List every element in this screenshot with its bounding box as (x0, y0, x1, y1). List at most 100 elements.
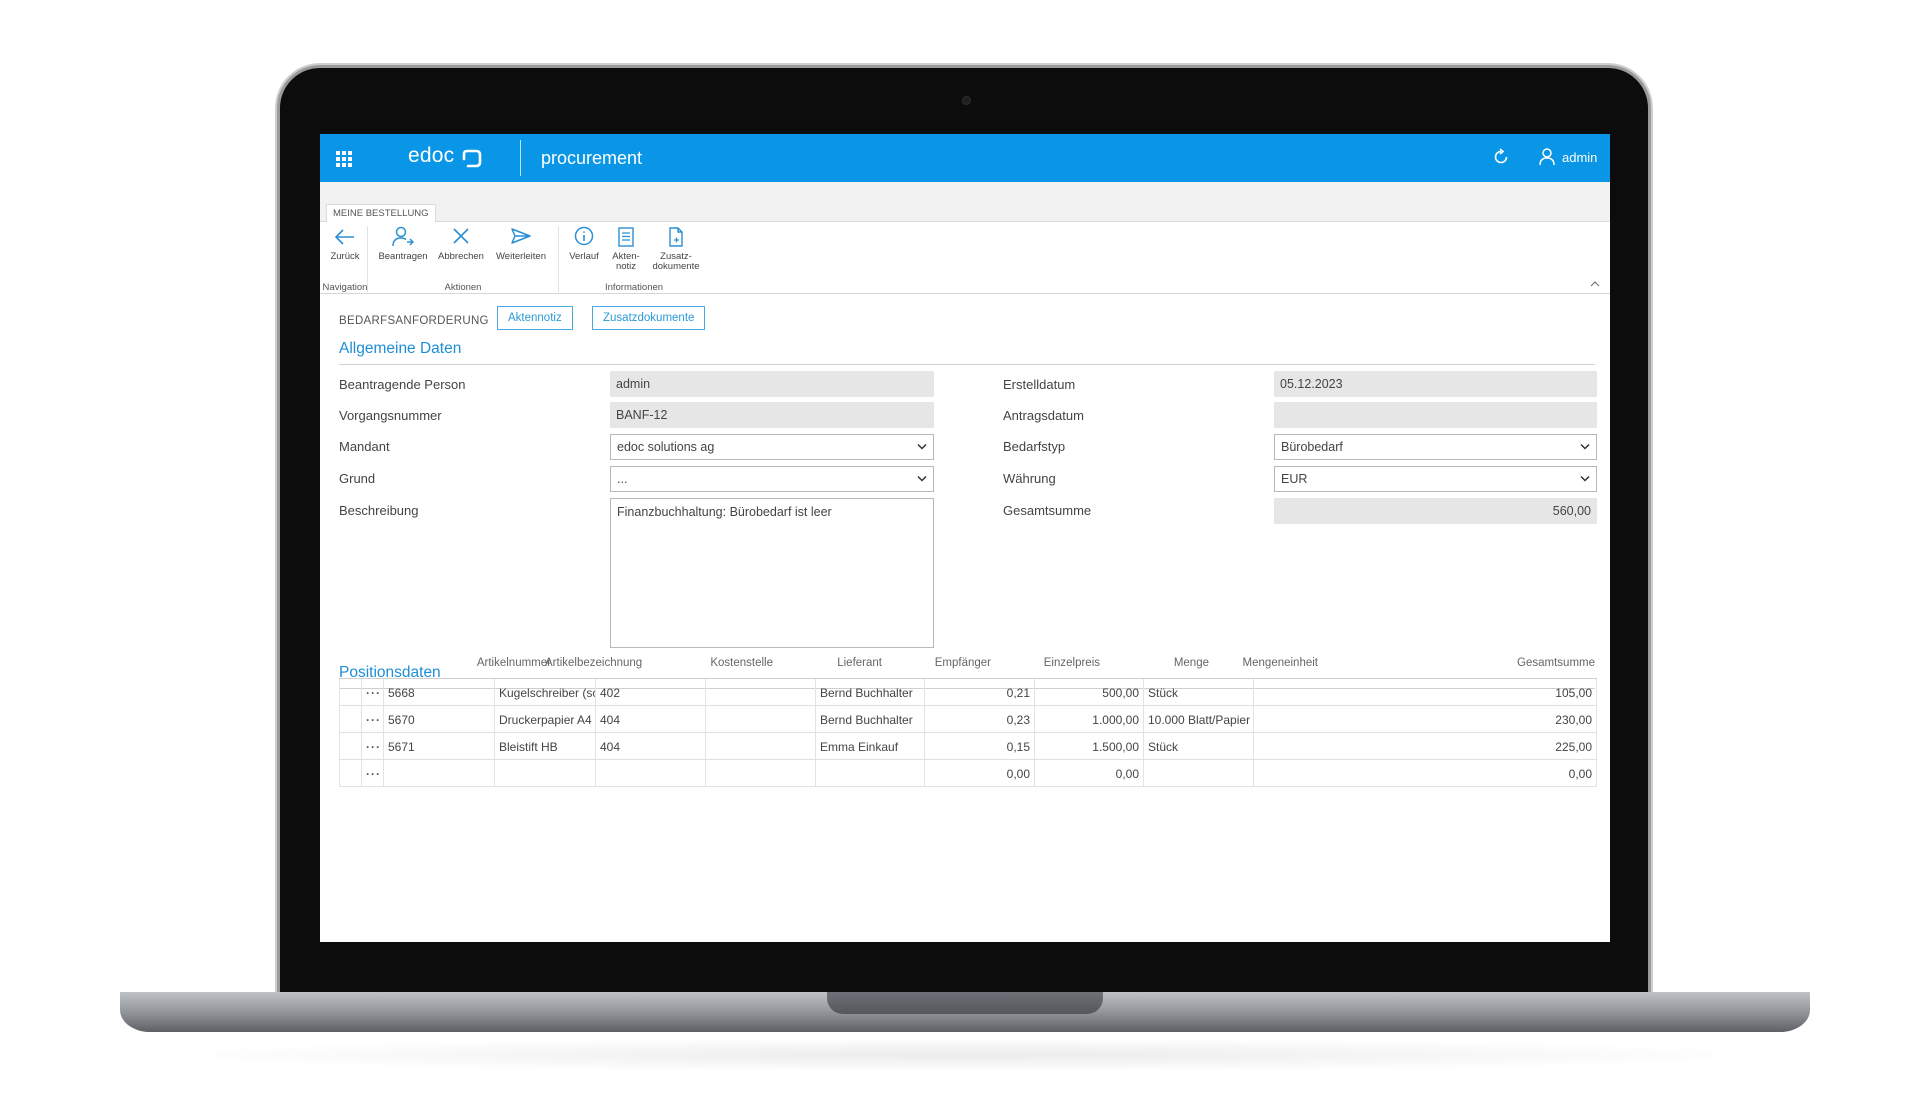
laptop-shadow (140, 1038, 1790, 1072)
reason-select[interactable]: ... (610, 466, 934, 492)
file-note-button[interactable]: Akten- notiz (606, 226, 646, 272)
additional-documents-link-button[interactable]: Zusatzdokumente (592, 306, 706, 330)
label-reason: Grund (339, 471, 376, 486)
cell-article-name[interactable] (494, 760, 595, 786)
currency-select[interactable]: EUR (1274, 466, 1597, 492)
table-row[interactable]: ··· 0,00 0,00 0,00 (339, 760, 1597, 787)
row-menu-icon[interactable]: ··· (361, 679, 383, 705)
cell-cost-center[interactable]: 404 (595, 733, 705, 759)
cell-unit[interactable] (1143, 760, 1253, 786)
screen: edoc procurement admin MEINE BESTELLUNG … (320, 134, 1610, 942)
cell-quantity[interactable]: 500,00 (1034, 679, 1143, 705)
process-number-field: BANF-12 (610, 402, 934, 428)
cell-article-number[interactable] (383, 760, 494, 786)
ribbon: Zurück Beantragen Abbrechen Weiterleiten… (320, 222, 1610, 294)
cell-cost-center[interactable]: 404 (595, 706, 705, 732)
row-selector[interactable] (339, 733, 361, 759)
table-row[interactable]: ··· 5671 Bleistift HB 404 Emma Einkauf 0… (339, 733, 1597, 760)
cell-total[interactable]: 225,00 (1253, 733, 1597, 759)
send-icon (511, 228, 531, 244)
file-note-link-button[interactable]: Aktennotiz (497, 306, 573, 330)
cell-unit-price[interactable]: 0,15 (924, 733, 1034, 759)
demand-type-value: Bürobedarf (1281, 440, 1343, 454)
row-selector[interactable] (339, 760, 361, 786)
label-total: Gesamtsumme (1003, 503, 1092, 518)
cell-article-name[interactable]: Druckerpapier A4 ... (494, 706, 595, 732)
cell-quantity[interactable]: 0,00 (1034, 760, 1143, 786)
chevron-down-icon (917, 475, 927, 482)
cancel-button[interactable]: Abbrechen (433, 226, 489, 262)
cell-cost-center[interactable]: 402 (595, 679, 705, 705)
cell-supplier[interactable] (705, 679, 815, 705)
app-launcher-icon[interactable] (336, 151, 352, 167)
cell-quantity[interactable]: 1.500,00 (1034, 733, 1143, 759)
total-field: 560,00 (1274, 498, 1597, 524)
header-unit[interactable]: Mengeneinheit (1201, 657, 1318, 669)
apply-button[interactable]: Beantragen (374, 226, 432, 262)
file-note-label-2: notiz (615, 261, 637, 272)
cell-cost-center[interactable] (595, 760, 705, 786)
cell-article-name[interactable]: Bleistift HB (494, 733, 595, 759)
cell-recipient[interactable]: Bernd Buchhalter (815, 679, 924, 705)
cell-unit-price[interactable]: 0,21 (924, 679, 1034, 705)
header-cost-center[interactable]: Kostenstelle (656, 657, 773, 669)
cell-article-number[interactable]: 5668 (383, 679, 494, 705)
back-button[interactable]: Zurück (330, 226, 360, 262)
tab-meine-bestellung[interactable]: MEINE BESTELLUNG (326, 204, 436, 223)
additional-documents-button[interactable]: Zusatz- dokumente (648, 226, 704, 272)
cell-recipient[interactable] (815, 760, 924, 786)
cell-unit[interactable]: Stück (1143, 679, 1253, 705)
cell-supplier[interactable] (705, 733, 815, 759)
row-selector[interactable] (339, 679, 361, 705)
close-icon (453, 228, 469, 244)
section-divider (339, 364, 1595, 365)
cell-quantity[interactable]: 1.000,00 (1034, 706, 1143, 732)
header-recipient[interactable]: Empfänger (874, 657, 991, 669)
arrow-left-icon (334, 229, 354, 245)
cell-supplier[interactable] (705, 706, 815, 732)
section-title-general: Allgemeine Daten (339, 340, 462, 357)
cell-recipient[interactable]: Emma Einkauf (815, 733, 924, 759)
row-menu-icon[interactable]: ··· (361, 733, 383, 759)
client-select[interactable]: edoc solutions ag (610, 434, 934, 460)
refresh-icon[interactable] (1492, 148, 1510, 166)
collapse-ribbon-icon[interactable] (1590, 280, 1600, 288)
table-row[interactable]: ··· 5668 Kugelschreiber (sc... 402 Bernd… (339, 679, 1597, 706)
cell-total[interactable]: 230,00 (1253, 706, 1597, 732)
group-label-info: Informationen (604, 282, 664, 293)
header-quantity[interactable]: Menge (1092, 657, 1209, 669)
header-unit-price[interactable]: Einzelpreis (983, 657, 1100, 669)
row-selector[interactable] (339, 706, 361, 732)
forward-button[interactable]: Weiterleiten (490, 226, 552, 262)
cell-recipient[interactable]: Bernd Buchhalter (815, 706, 924, 732)
cell-total[interactable]: 105,00 (1253, 679, 1597, 705)
cell-unit[interactable]: Stück (1143, 733, 1253, 759)
table-row[interactable]: ··· 5670 Druckerpapier A4 ... 404 Bernd … (339, 706, 1597, 733)
laptop-notch (827, 992, 1103, 1014)
cell-total[interactable]: 0,00 (1253, 760, 1597, 786)
label-currency: Währung (1003, 471, 1056, 486)
user-icon (1539, 148, 1555, 166)
user-name[interactable]: admin (1562, 150, 1597, 165)
history-button[interactable]: Verlauf (564, 226, 604, 262)
cell-supplier[interactable] (705, 760, 815, 786)
app-name: procurement (541, 148, 643, 168)
row-menu-icon[interactable]: ··· (361, 706, 383, 732)
label-demand-type: Bedarfstyp (1003, 439, 1066, 454)
cell-article-name[interactable]: Kugelschreiber (sc... (494, 679, 595, 705)
cell-unit[interactable]: 10.000 Blatt/Papier (1143, 706, 1253, 732)
additional-documents-label-2: dokumente (652, 261, 700, 272)
cell-article-number[interactable]: 5670 (383, 706, 494, 732)
cell-unit-price[interactable]: 0,23 (924, 706, 1034, 732)
cell-article-number[interactable]: 5671 (383, 733, 494, 759)
description-textarea[interactable]: Finanzbuchhaltung: Bürobedarf ist leer (610, 498, 934, 648)
header-total[interactable]: Gesamtsumme (1310, 657, 1595, 669)
ribbon-tab-bar: MEINE BESTELLUNG (320, 182, 1610, 223)
demand-type-select[interactable]: Bürobedarf (1274, 434, 1597, 460)
header-supplier[interactable]: Lieferant (765, 657, 882, 669)
header-article-number[interactable]: Artikelnummer (447, 657, 551, 669)
row-menu-icon[interactable]: ··· (361, 760, 383, 786)
cell-unit-price[interactable]: 0,00 (924, 760, 1034, 786)
edoc-logo-icon (462, 149, 482, 168)
user-add-icon (392, 226, 414, 247)
